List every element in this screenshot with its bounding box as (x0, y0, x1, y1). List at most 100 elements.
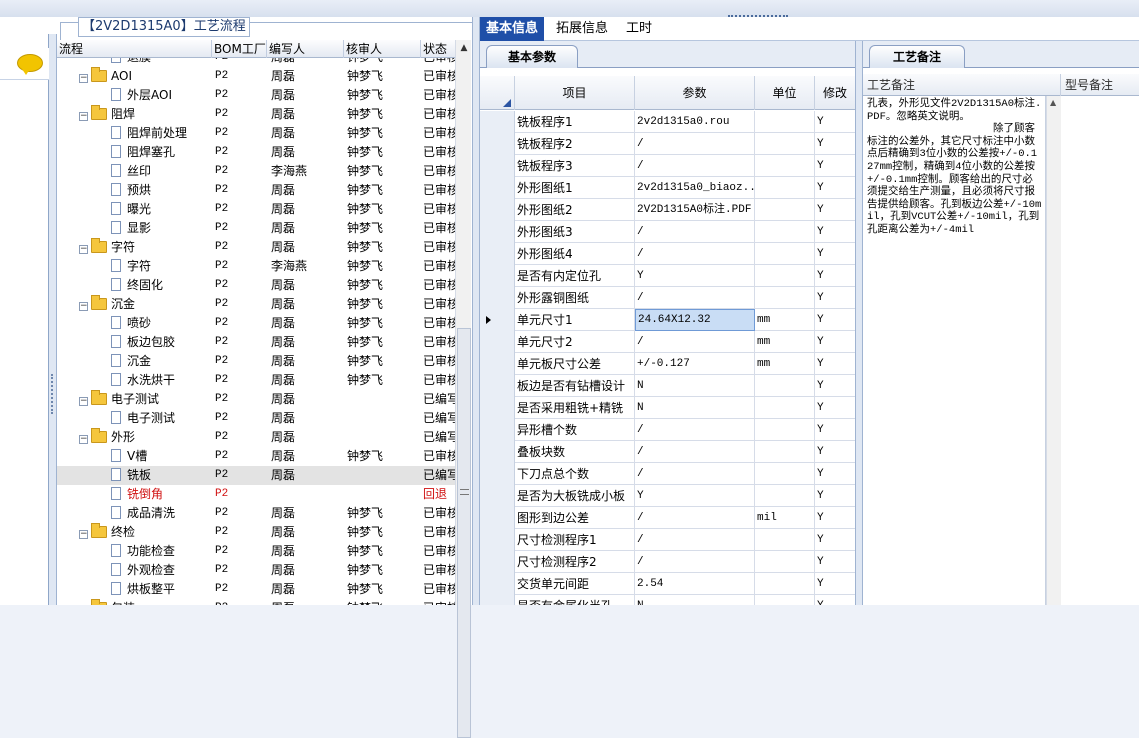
row-indicator[interactable] (480, 243, 515, 265)
tree-folder-row[interactable]: − AOI P2 周磊 钟梦飞 已审核 (57, 67, 455, 86)
cell-param[interactable]: N (635, 595, 755, 605)
grid-row[interactable]: 外形图纸1 2v2d1315a0_biaoz... Y (480, 177, 859, 199)
tree-item-row[interactable]: 终固化 P2 周磊 钟梦飞 已审核 (57, 276, 455, 295)
scroll-up-icon[interactable]: ▲ (456, 40, 472, 56)
scroll-up-icon[interactable]: ▲ (1050, 98, 1056, 107)
left-splitter[interactable] (49, 34, 57, 605)
tree-item-row[interactable]: 字符 P2 李海燕 钟梦飞 已审核 (57, 257, 455, 276)
row-indicator[interactable] (480, 485, 515, 507)
expand-icon[interactable]: − (79, 112, 88, 121)
cell-param[interactable]: / (635, 133, 755, 155)
cell-param[interactable]: N (635, 397, 755, 419)
tree-item-row[interactable]: 水洗烘干 P2 周磊 钟梦飞 已审核 (57, 371, 455, 390)
tree-folder-row[interactable]: − 字符 P2 周磊 钟梦飞 已审核 (57, 238, 455, 257)
tree-scrollbar[interactable]: ▲ (455, 40, 472, 738)
tree-folder-row[interactable]: − 阻焊 P2 周磊 钟梦飞 已审核 (57, 105, 455, 124)
grid-row[interactable]: 外形图纸2 2V2D1315A0标注.PDF Y (480, 199, 859, 221)
cell-param[interactable]: 2V2D1315A0标注.PDF (635, 199, 755, 221)
grid-row[interactable]: 是否有金属化半孔N Y (480, 595, 859, 605)
grid-row[interactable]: 下刀点总个数 / Y (480, 463, 859, 485)
col-param[interactable]: 参数 (635, 76, 755, 110)
grid-row[interactable]: 单元尺寸1 24.64X12.32 mm Y (480, 309, 859, 331)
grid-row[interactable]: 铣板程序3/ Y (480, 155, 859, 177)
row-indicator[interactable] (480, 133, 515, 155)
col-item[interactable]: 项目 (515, 76, 635, 110)
row-indicator[interactable] (480, 507, 515, 529)
row-indicator[interactable] (480, 199, 515, 221)
tree-folder-row[interactable]: − 外形 P2 周磊 已编写 (57, 428, 455, 447)
col-author[interactable]: 编写人 (267, 40, 344, 58)
tree-folder-row[interactable]: − 电子测试 P2 周磊 已编写 (57, 390, 455, 409)
grid-row[interactable]: 外形图纸3/ Y (480, 221, 859, 243)
grid-row[interactable]: 铣板程序1 2v2d1315a0.rou Y (480, 111, 859, 133)
tree-folder-row[interactable]: − 终检 P2 周磊 钟梦飞 已审核 (57, 523, 455, 542)
cell-param[interactable]: / (635, 507, 755, 529)
grid-row[interactable]: 尺寸检测程序2/ Y (480, 551, 859, 573)
cell-param[interactable]: / (635, 551, 755, 573)
tab-work-hours[interactable]: 工时 (620, 17, 658, 41)
grid-row[interactable]: 异形槽个数 / Y (480, 419, 859, 441)
row-indicator[interactable] (480, 529, 515, 551)
tree-item-row[interactable]: 电子测试 P2 周磊 已编写 (57, 409, 455, 428)
grid-row[interactable]: 交货单元间距 2.54 Y (480, 573, 859, 595)
grid-row[interactable]: 单元板尺寸公差 +/-0.127 mm Y (480, 353, 859, 375)
col-unit[interactable]: 单位 (755, 76, 815, 110)
tree-item-row[interactable]: 曝光 P2 周磊 钟梦飞 已审核 (57, 200, 455, 219)
grid-row[interactable]: 叠板块数 / Y (480, 441, 859, 463)
tree-item-row[interactable]: 阻焊前处理 P2 周磊 钟梦飞 已审核 (57, 124, 455, 143)
grid-row[interactable]: 单元尺寸2/mm Y (480, 331, 859, 353)
row-indicator[interactable] (480, 551, 515, 573)
tree-item-row[interactable]: V槽 P2 周磊 钟梦飞 已审核 (57, 447, 455, 466)
row-indicator[interactable] (480, 573, 515, 595)
cell-param[interactable]: 2v2d1315a0.rou (635, 111, 755, 133)
tree-item-row[interactable]: 显影 P2 周磊 钟梦飞 已审核 (57, 219, 455, 238)
row-indicator[interactable] (480, 111, 515, 133)
tree-folder-row[interactable]: −包装P2周磊钟梦飞已审核 (57, 599, 455, 605)
tree-item-row[interactable]: 外观检查 P2 周磊 钟梦飞 已审核 (57, 561, 455, 580)
row-indicator[interactable] (480, 353, 515, 375)
grid-corner[interactable] (480, 76, 515, 110)
cell-param[interactable]: / (635, 529, 755, 551)
grid-row[interactable]: 外形露铜图纸 / Y (480, 287, 859, 309)
row-indicator[interactable] (480, 441, 515, 463)
middle-splitter[interactable] (472, 17, 480, 605)
row-pointer-icon[interactable] (480, 309, 515, 331)
scroll-thumb[interactable] (457, 328, 471, 738)
grid-row[interactable]: 铣板程序2/ Y (480, 133, 859, 155)
row-indicator[interactable] (480, 221, 515, 243)
expand-icon[interactable]: − (79, 397, 88, 406)
cell-param[interactable]: +/-0.127 (635, 353, 755, 375)
row-indicator[interactable] (480, 331, 515, 353)
cell-param[interactable]: / (635, 221, 755, 243)
tree-item-row[interactable]: 外层AOI P2 周磊 钟梦飞 已审核 (57, 86, 455, 105)
tab-basic-params[interactable]: 基本参数 (486, 45, 578, 68)
row-indicator[interactable] (480, 265, 515, 287)
tab-basic-info[interactable]: 基本信息 (480, 17, 545, 41)
cell-param[interactable]: / (635, 243, 755, 265)
col-status[interactable]: 状态 (421, 40, 455, 58)
row-indicator[interactable] (480, 397, 515, 419)
col-model-note[interactable]: 型号备注 (1061, 74, 1139, 96)
tree-item-row[interactable]: 烘板整平 P2 周磊 钟梦飞 已审核 (57, 580, 455, 599)
cell-param[interactable]: Y (635, 265, 755, 287)
cell-param[interactable]: 2.54 (635, 573, 755, 595)
row-indicator[interactable] (480, 595, 515, 605)
tree-item-row[interactable]: 喷砂 P2 周磊 钟梦飞 已审核 (57, 314, 455, 333)
tree-item-row[interactable]: 功能检查 P2 周磊 钟梦飞 已审核 (57, 542, 455, 561)
tree-item-row[interactable]: 预烘 P2 周磊 钟梦飞 已审核 (57, 181, 455, 200)
cell-param[interactable]: N (635, 375, 755, 397)
message-button[interactable] (0, 48, 49, 80)
grid-row[interactable]: 图形到边公差 / mil Y (480, 507, 859, 529)
cell-param[interactable]: / (635, 441, 755, 463)
notes-scrollbar[interactable]: ▲ (1046, 96, 1061, 605)
flow-tree[interactable]: 退膜P2周磊钟梦飞已审核−AOIP2周磊钟梦飞已审核外层AOIP2周磊钟梦飞已审… (57, 58, 455, 605)
expand-icon[interactable]: − (79, 435, 88, 444)
tab-process-notes[interactable]: 工艺备注 (869, 45, 965, 68)
col-reviewer[interactable]: 核审人 (344, 40, 421, 58)
tree-item-row[interactable]: 成品清洗 P2 周磊 钟梦飞 已审核 (57, 504, 455, 523)
tree-item-row[interactable]: 铣板 P2 周磊 已编写 (57, 466, 455, 485)
row-indicator[interactable] (480, 463, 515, 485)
cell-param[interactable]: 2v2d1315a0_biaoz... (635, 177, 755, 199)
cell-param[interactable]: Y (635, 485, 755, 507)
grid-row[interactable]: 是否有内定位孔 Y Y (480, 265, 859, 287)
